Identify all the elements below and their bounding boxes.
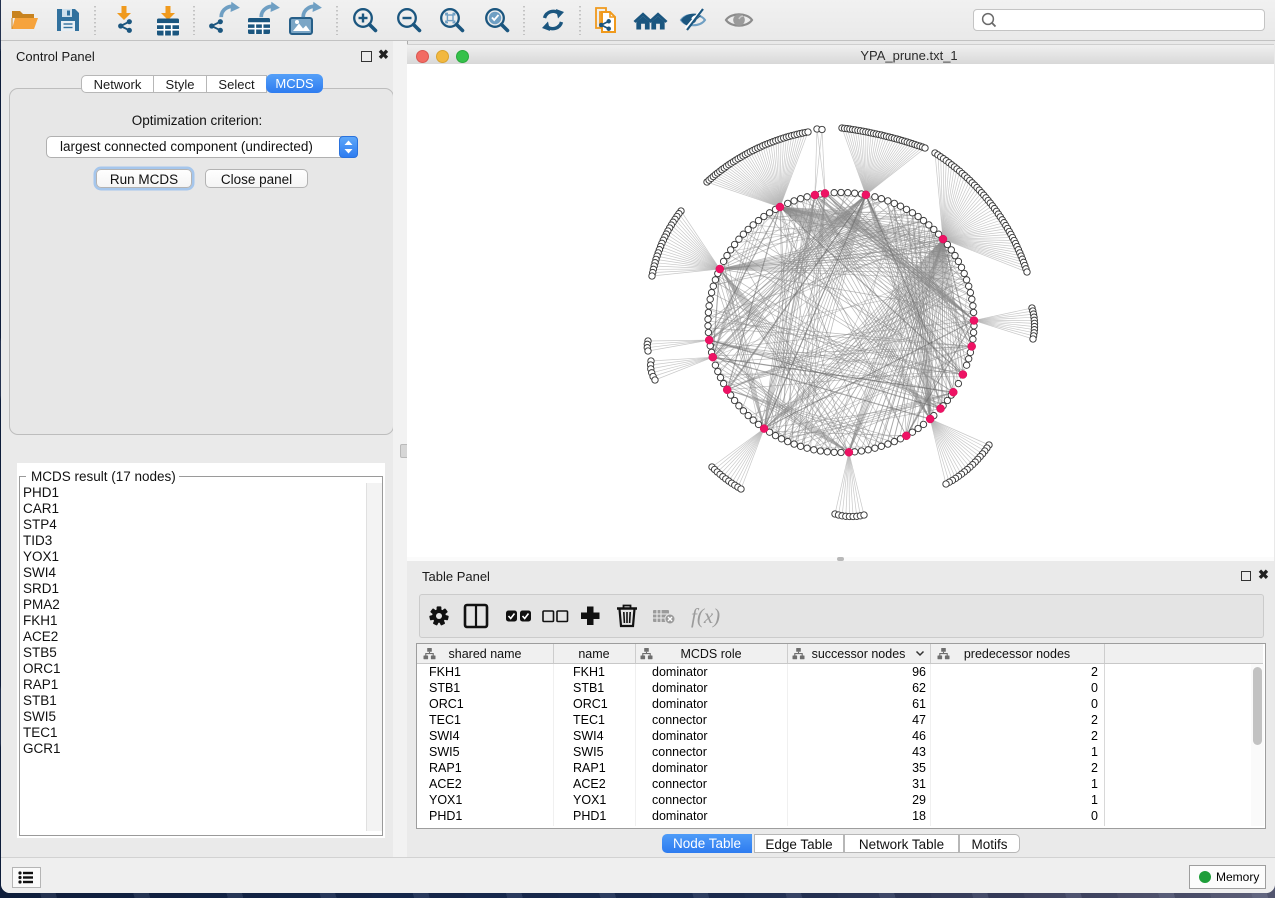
svg-text:f(x): f(x)	[691, 604, 720, 628]
